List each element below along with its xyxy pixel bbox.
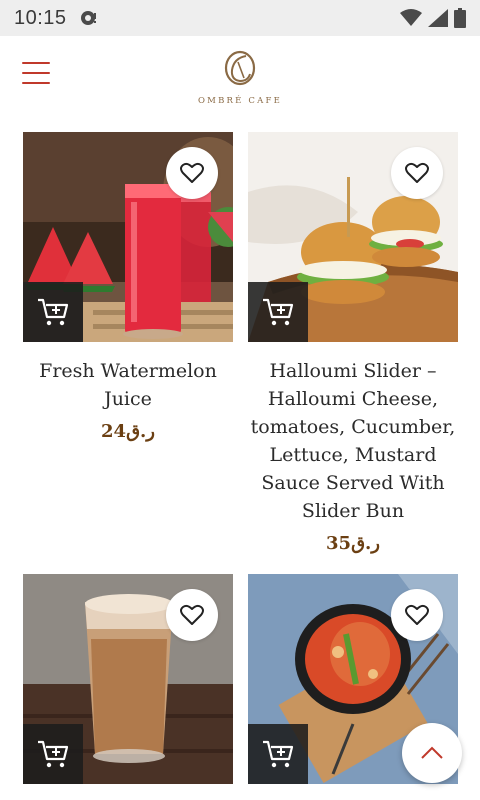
chevron-up-icon <box>421 746 443 759</box>
add-to-cart-button[interactable] <box>23 282 83 342</box>
cart-plus-icon <box>263 740 294 768</box>
product-price: 35ر.ق <box>326 533 380 554</box>
logo-mark-icon <box>224 50 256 86</box>
add-to-cart-button[interactable] <box>248 282 308 342</box>
product-image-coffee[interactable] <box>23 574 233 784</box>
wifi-icon <box>400 9 422 26</box>
product-image-watermelon-juice[interactable] <box>23 132 233 342</box>
add-to-cart-button[interactable] <box>248 724 308 784</box>
heart-icon <box>405 604 429 625</box>
heart-icon <box>180 162 204 183</box>
signal-icon <box>428 9 448 27</box>
cafe-logo[interactable]: OMBRÉ CAFE <box>190 48 290 108</box>
cart-plus-icon <box>263 298 294 326</box>
product-price: 24ر.ق <box>101 421 155 442</box>
wishlist-button[interactable] <box>391 147 443 199</box>
wishlist-button[interactable] <box>166 147 218 199</box>
notification-icon <box>80 11 96 25</box>
logo-text: OMBRÉ CAFE <box>198 96 282 106</box>
battery-icon <box>454 8 466 28</box>
status-icons <box>400 8 466 28</box>
add-to-cart-button[interactable] <box>23 724 83 784</box>
scroll-to-top-button[interactable] <box>402 723 462 783</box>
cart-plus-icon <box>38 740 69 768</box>
product-card[interactable]: Halloumi Slider – Halloumi Cheese, tomat… <box>248 132 458 554</box>
wishlist-button[interactable] <box>391 589 443 641</box>
product-card[interactable]: Fresh Watermelon Juice 24ر.ق <box>23 132 233 442</box>
app-header: OMBRÉ CAFE <box>0 36 480 120</box>
wishlist-button[interactable] <box>166 589 218 641</box>
status-time: 10:15 <box>14 6 67 29</box>
hamburger-menu-button[interactable] <box>22 62 54 88</box>
product-card[interactable] <box>23 574 233 784</box>
product-image-halloumi-slider[interactable] <box>248 132 458 342</box>
cart-plus-icon <box>38 298 69 326</box>
heart-icon <box>180 604 204 625</box>
product-title[interactable]: Fresh Watermelon Juice <box>23 357 233 413</box>
status-bar: 10:15 <box>0 0 480 36</box>
heart-icon <box>405 162 429 183</box>
menu-icon <box>22 62 50 64</box>
product-title[interactable]: Halloumi Slider – Halloumi Cheese, tomat… <box>248 357 458 525</box>
